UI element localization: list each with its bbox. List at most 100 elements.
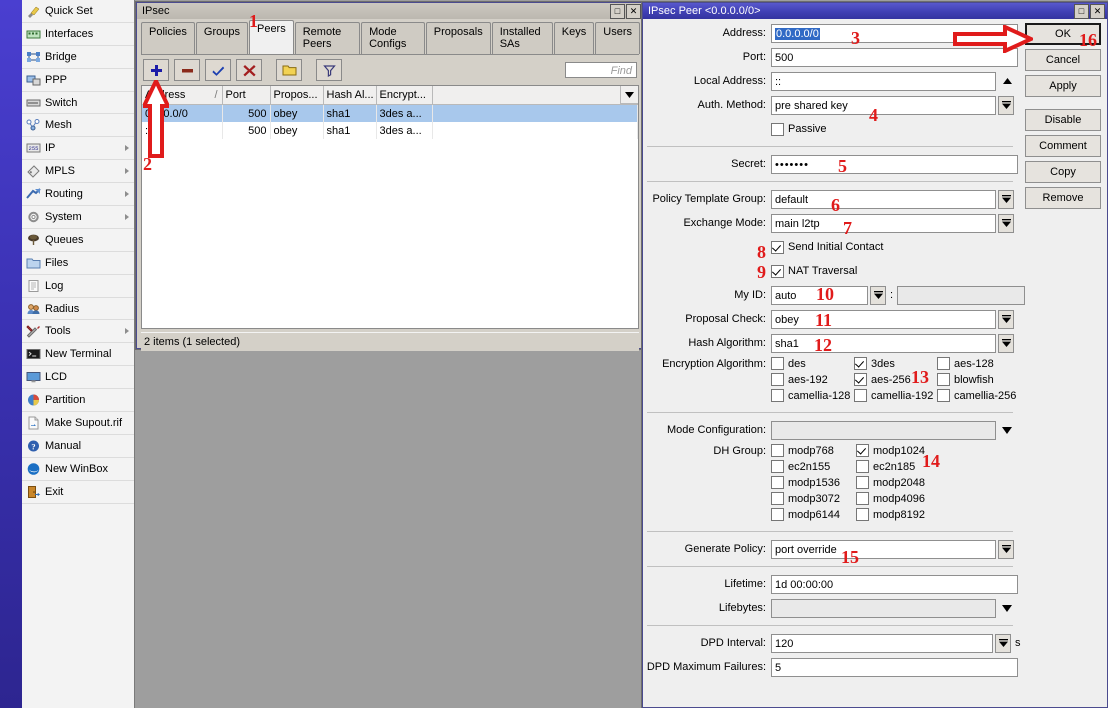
apply-button[interactable]: Apply (1025, 75, 1101, 97)
dh-group-checkbox-modp4096[interactable] (856, 492, 869, 505)
close-icon[interactable]: ✕ (626, 3, 641, 19)
find-input[interactable]: Find (565, 62, 637, 78)
tab-proposals[interactable]: Proposals (425, 22, 491, 54)
cancel-button[interactable]: Cancel (1025, 49, 1101, 71)
enable-button[interactable] (205, 59, 231, 81)
ok-button[interactable]: OK (1025, 23, 1101, 45)
chevron-down-icon[interactable] (998, 539, 1014, 559)
my-id-select[interactable]: auto (771, 285, 868, 305)
tab-policies[interactable]: Policies (141, 22, 195, 54)
sidebar-item-log[interactable]: Log (22, 274, 134, 298)
chevron-down-icon[interactable] (998, 309, 1014, 329)
sidebar-item-queues[interactable]: Queues (22, 228, 134, 252)
sidebar-item-lcd[interactable]: LCD (22, 366, 134, 390)
table-row[interactable]: 0.0.0.0/0 500 obey sha1 3des a... (142, 104, 638, 122)
sidebar-item-mesh[interactable]: Mesh (22, 114, 134, 138)
chevron-down-icon[interactable] (998, 95, 1014, 115)
sidebar-item-interfaces[interactable]: Interfaces (22, 22, 134, 46)
sidebar-item-tools[interactable]: Tools (22, 320, 134, 344)
peer-dialog-titlebar[interactable]: IPsec Peer <0.0.0.0/0> □ ✕ (643, 3, 1107, 19)
dh-group-checkbox-modp6144[interactable] (771, 508, 784, 521)
sidebar-item-mpls[interactable]: MPLS (22, 160, 134, 184)
sidebar-item-radius[interactable]: Radius (22, 297, 134, 321)
sidebar-item-system[interactable]: System (22, 206, 134, 229)
maximize-icon[interactable]: □ (1074, 3, 1089, 19)
table-row[interactable]: ::/0 500 obey sha1 3des a... (142, 122, 638, 139)
tab-groups[interactable]: Groups (195, 22, 248, 54)
sidebar-item-exit[interactable]: Exit (22, 480, 134, 504)
encryption-algorithm-checkbox-camellia-192[interactable] (854, 389, 867, 402)
ipsec-window-titlebar[interactable]: IPsec □ ✕ (137, 3, 643, 19)
lifebytes-input[interactable] (771, 598, 996, 618)
sidebar-item-ip[interactable]: 255 IP (22, 137, 134, 161)
sidebar-item-make-supout-rif[interactable]: Make Supout.rif (22, 412, 134, 435)
tab-peers[interactable]: Peers (248, 20, 294, 54)
filter-button[interactable] (316, 59, 342, 81)
dh-group-checkbox-modp768[interactable] (771, 444, 784, 457)
column-header-propos[interactable]: Propos... (270, 86, 324, 105)
address-input[interactable]: 0.0.0.0/0 (771, 23, 1018, 43)
column-header-encrypt[interactable]: Encrypt... (376, 86, 433, 105)
add-button[interactable] (143, 59, 169, 81)
dpd-interval-input[interactable]: 120 (771, 633, 993, 653)
sidebar-item-manual[interactable]: ? Manual (22, 434, 134, 458)
tab-installed-sas[interactable]: Installed SAs (491, 22, 553, 54)
sidebar-item-files[interactable]: Files (22, 251, 134, 275)
auth-method-select[interactable]: pre shared key (771, 95, 996, 115)
chevron-down-icon[interactable] (998, 189, 1014, 209)
encryption-algorithm-checkbox-des[interactable] (771, 357, 784, 370)
close-icon[interactable]: ✕ (1090, 3, 1105, 19)
encryption-algorithm-checkbox-camellia-256[interactable] (937, 389, 950, 402)
dh-group-checkbox-ec2n155[interactable] (771, 460, 784, 473)
encryption-algorithm-checkbox-aes-256[interactable] (854, 373, 867, 386)
encryption-algorithm-checkbox-camellia-128[interactable] (771, 389, 784, 402)
dh-group-checkbox-modp1024[interactable] (856, 444, 869, 457)
chevron-down-icon[interactable] (999, 599, 1015, 618)
port-input[interactable]: 500 (771, 47, 1018, 67)
copy-button[interactable]: Copy (1025, 161, 1101, 183)
sidebar-item-new-terminal[interactable]: New Terminal (22, 343, 134, 367)
generate-policy-select[interactable]: port override (771, 539, 996, 559)
tab-keys[interactable]: Keys (553, 22, 595, 54)
nat-traversal-checkbox[interactable] (771, 264, 784, 278)
dh-group-checkbox-modp8192[interactable] (856, 508, 869, 521)
dh-group-checkbox-modp1536[interactable] (771, 476, 784, 489)
remove-button[interactable] (174, 59, 200, 81)
tab-mode-configs[interactable]: Mode Configs (361, 22, 425, 54)
policy-template-group-select[interactable]: default (771, 189, 996, 209)
dh-group-checkbox-modp2048[interactable] (856, 476, 869, 489)
local-address-input[interactable]: :: (771, 71, 996, 91)
my-id-secondary-input[interactable] (897, 285, 1026, 305)
exchange-mode-select[interactable]: main l2tp (771, 213, 996, 233)
comment-button[interactable]: Comment (1025, 135, 1101, 157)
tab-remote-peers[interactable]: Remote Peers (294, 22, 361, 54)
chevron-down-icon[interactable] (998, 213, 1014, 233)
spinner-down-icon[interactable] (995, 633, 1011, 653)
hash-algorithm-select[interactable]: sha1 (771, 333, 996, 353)
dh-group-checkbox-modp3072[interactable] (771, 492, 784, 505)
tab-users[interactable]: Users (595, 22, 640, 54)
chevron-up-icon[interactable] (999, 72, 1015, 91)
encryption-algorithm-checkbox-aes-128[interactable] (937, 357, 950, 370)
encryption-algorithm-checkbox-3des[interactable] (854, 357, 867, 370)
chevron-down-icon[interactable] (999, 421, 1015, 440)
sidebar-item-partition[interactable]: Partition (22, 389, 134, 413)
send-initial-contact-checkbox[interactable] (771, 240, 784, 254)
comment-button[interactable] (276, 59, 302, 81)
secret-input[interactable]: ••••••• (771, 154, 1018, 174)
column-header-port[interactable]: Port (222, 86, 271, 105)
disable-button[interactable] (236, 59, 262, 81)
column-header-address[interactable]: Address (142, 86, 223, 105)
sidebar-item-bridge[interactable]: Bridge (22, 45, 134, 69)
encryption-algorithm-checkbox-aes-192[interactable] (771, 373, 784, 386)
sidebar-item-quick-set[interactable]: Quick Set (22, 0, 134, 23)
proposal-check-select[interactable]: obey (771, 309, 996, 329)
encryption-algorithm-checkbox-blowfish[interactable] (937, 373, 950, 386)
sidebar-item-switch[interactable]: Switch (22, 91, 134, 115)
mode-configuration-select[interactable] (771, 420, 996, 440)
maximize-icon[interactable]: □ (610, 3, 625, 19)
chevron-down-icon[interactable] (998, 333, 1014, 353)
disable-button[interactable]: Disable (1025, 109, 1101, 131)
lifetime-input[interactable]: 1d 00:00:00 (771, 574, 1018, 594)
sidebar-item-routing[interactable]: Routing (22, 183, 134, 207)
